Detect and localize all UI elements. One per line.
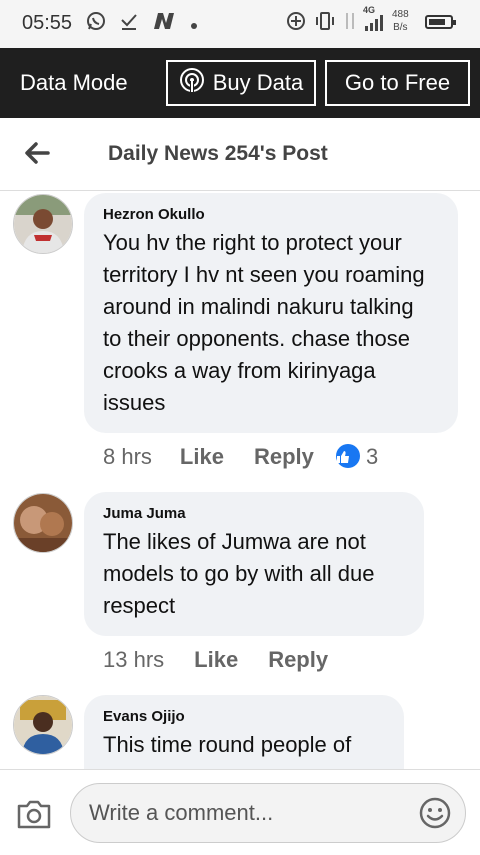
comment-placeholder: Write a comment... xyxy=(89,800,274,825)
comment-actions: 13 hrs Like Reply xyxy=(103,647,328,673)
comments-list[interactable]: Hezron Okullo You hv the right to protec… xyxy=(0,191,480,769)
app-notification-icon xyxy=(152,11,176,37)
like-button[interactable]: Like xyxy=(194,647,238,673)
comment-actions: 8 hrs Like Reply 3 xyxy=(103,444,378,470)
comment-bubble[interactable]: Evans Ojijo This time round people of xyxy=(84,695,404,769)
go-to-free-label: Go to Free xyxy=(344,70,451,95)
comment-author[interactable]: Juma Juma xyxy=(103,505,404,522)
reply-button[interactable]: Reply xyxy=(268,647,328,673)
avatar[interactable] xyxy=(13,194,73,254)
buy-data-label: Buy Data xyxy=(212,70,304,95)
comment-author[interactable]: Hezron Okullo xyxy=(103,206,438,223)
network-speed: 488 B/s xyxy=(392,9,409,33)
comment-input[interactable]: Write a comment... xyxy=(70,783,466,843)
reaction-count[interactable]: 3 xyxy=(335,444,379,470)
broadcast-icon xyxy=(179,67,205,99)
more-notifications-icon xyxy=(190,14,198,36)
like-button[interactable]: Like xyxy=(180,444,224,470)
battery-icon xyxy=(425,15,456,29)
data-mode-bar: Data Mode Buy Data Go to Free xyxy=(0,48,480,118)
comment-time: 8 hrs xyxy=(103,444,152,469)
download-done-icon xyxy=(120,11,138,37)
whatsapp-icon xyxy=(86,11,106,37)
post-header: Daily News 254's Post xyxy=(0,118,480,191)
comment-author[interactable]: Evans Ojijo xyxy=(103,708,384,725)
comment-bubble[interactable]: Hezron Okullo You hv the right to protec… xyxy=(84,193,458,433)
data-transfer-icon xyxy=(342,11,358,37)
data-saver-icon xyxy=(286,11,306,37)
avatar[interactable] xyxy=(13,493,73,553)
back-arrow-icon[interactable] xyxy=(22,138,52,168)
reaction-count-value: 3 xyxy=(366,444,379,469)
reply-button[interactable]: Reply xyxy=(254,444,314,470)
vibrate-icon xyxy=(314,11,336,37)
buy-data-button[interactable]: Buy Data xyxy=(166,60,316,106)
avatar[interactable] xyxy=(13,695,73,755)
comment-time: 13 hrs xyxy=(103,647,165,672)
data-mode-label: Data Mode xyxy=(20,70,128,95)
comment-text: You hv the right to protect your territo… xyxy=(103,230,425,415)
comment-text: The likes of Jumwa are not models to go … xyxy=(103,529,375,618)
comment-bubble[interactable]: Juma Juma The likes of Jumwa are not mod… xyxy=(84,492,424,636)
comment-text: This time round people of xyxy=(103,732,352,757)
status-bar: 05:55 4G 488 B/s xyxy=(0,0,480,48)
thumbs-up-icon xyxy=(335,444,360,468)
page-title: Daily News 254's Post xyxy=(108,142,328,165)
battery-level xyxy=(429,19,445,25)
camera-icon[interactable] xyxy=(16,798,52,830)
emoji-icon[interactable] xyxy=(419,797,451,829)
go-to-free-button[interactable]: Go to Free xyxy=(325,60,470,106)
signal-icon xyxy=(364,14,386,38)
comment-composer: Write a comment... xyxy=(0,769,480,855)
status-time: 05:55 xyxy=(22,12,73,34)
